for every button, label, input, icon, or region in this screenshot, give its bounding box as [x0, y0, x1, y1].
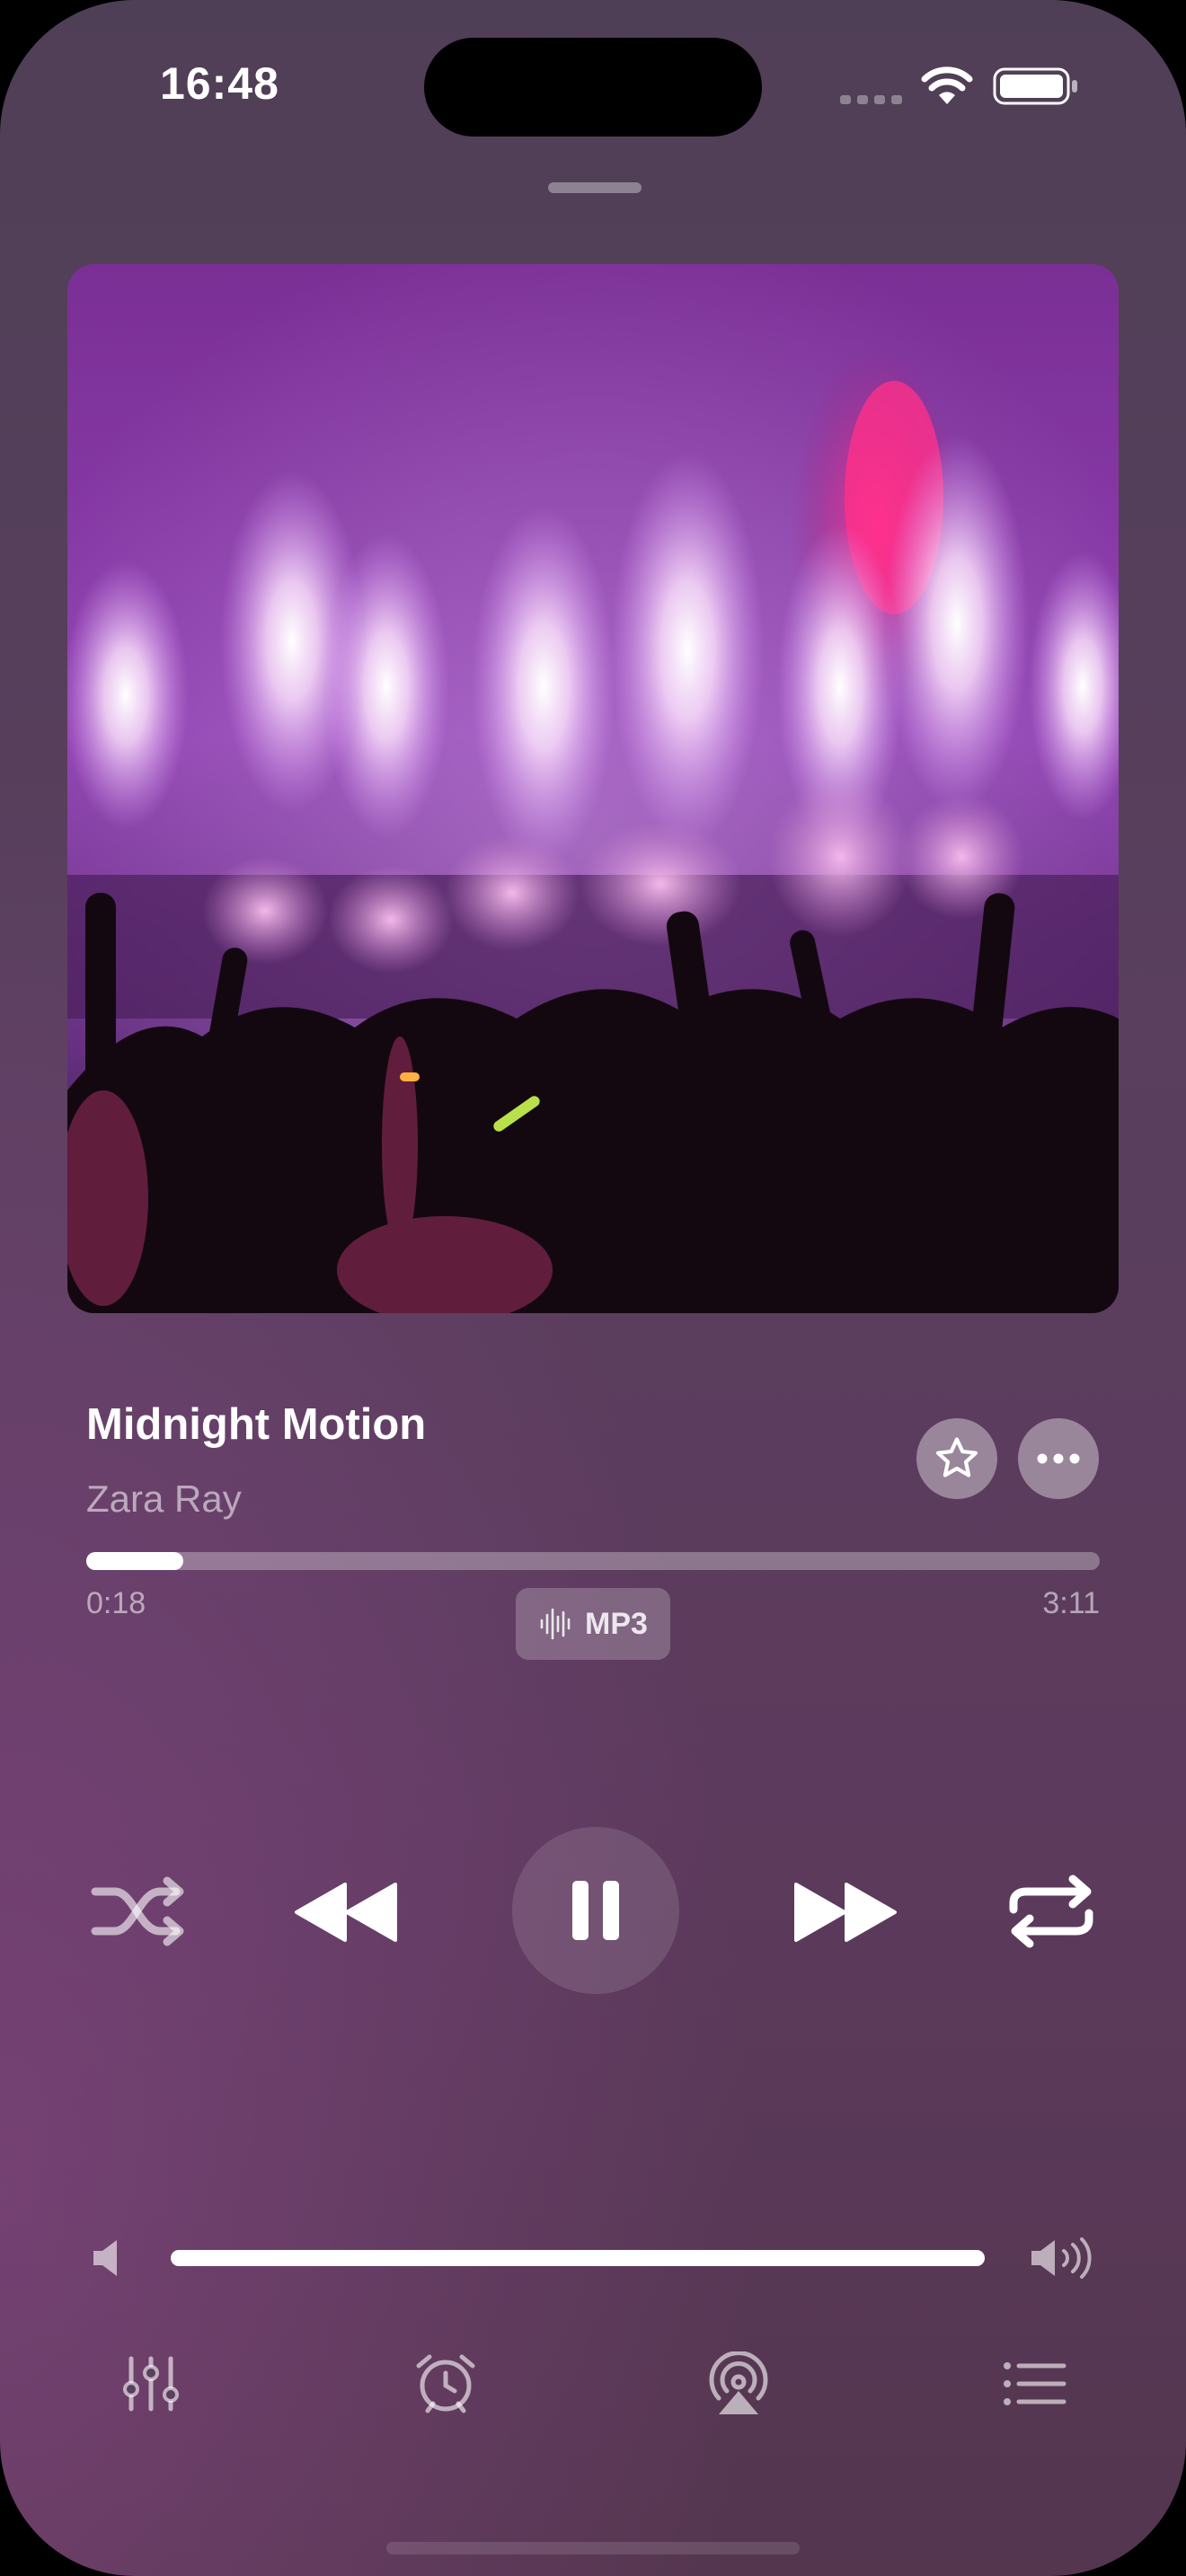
airplay-button[interactable]: [706, 2351, 771, 2416]
fast-forward-button[interactable]: [791, 1881, 898, 1944]
repeat-icon: [1009, 1875, 1093, 1948]
star-icon: [935, 1437, 978, 1478]
wifi-icon: [921, 66, 973, 104]
shuffle-icon: [91, 1876, 184, 1946]
equalizer-icon: [123, 2356, 179, 2412]
progress-fill: [86, 1552, 184, 1570]
volume-fill: [171, 2250, 985, 2266]
pause-button[interactable]: [512, 1827, 679, 1994]
cellular-signal-icon: [840, 95, 902, 104]
repeat-button[interactable]: [1006, 1872, 1096, 1951]
queue-button[interactable]: [1003, 2360, 1067, 2407]
concert-image: [67, 264, 1119, 1313]
rewind-icon: [295, 1883, 397, 1942]
volume-high-icon: [1031, 2237, 1092, 2279]
equalizer-button[interactable]: [122, 2355, 180, 2413]
queue-list-icon: [1004, 2362, 1067, 2405]
waveform-icon: [540, 1608, 571, 1640]
song-title: Midnight Motion: [86, 1400, 427, 1449]
album-artwork: [67, 264, 1119, 1313]
rewind-button[interactable]: [293, 1881, 401, 1944]
sheet-grabber[interactable]: [548, 182, 642, 193]
home-indicator[interactable]: [386, 2542, 800, 2554]
fast-forward-icon: [794, 1883, 897, 1942]
elapsed-time: 0:18: [86, 1586, 146, 1620]
pause-icon: [572, 1881, 619, 1940]
shuffle-button[interactable]: [90, 1872, 189, 1951]
volume-low-icon: [93, 2240, 117, 2276]
ellipsis-icon: [1037, 1453, 1080, 1464]
alarm-clock-icon: [416, 2354, 475, 2413]
airplay-icon: [709, 2351, 768, 2414]
dynamic-island: [424, 38, 762, 137]
audio-format-label: MP3: [585, 1606, 648, 1641]
now-playing-screen: 16:48 Midnight Motion Zara Ray 0:18 3:11…: [0, 0, 1186, 2576]
audio-format-badge[interactable]: MP3: [516, 1588, 670, 1660]
status-time: 16:48: [160, 58, 279, 109]
more-options-button[interactable]: [1018, 1418, 1099, 1499]
playback-progress-slider[interactable]: [86, 1552, 1100, 1570]
sleep-timer-button[interactable]: [413, 2351, 478, 2416]
battery-icon: [993, 67, 1077, 105]
total-duration: 3:11: [1042, 1586, 1100, 1620]
volume-slider[interactable]: [171, 2250, 985, 2266]
artist-name[interactable]: Zara Ray: [86, 1478, 242, 1521]
favorite-button[interactable]: [916, 1418, 997, 1499]
